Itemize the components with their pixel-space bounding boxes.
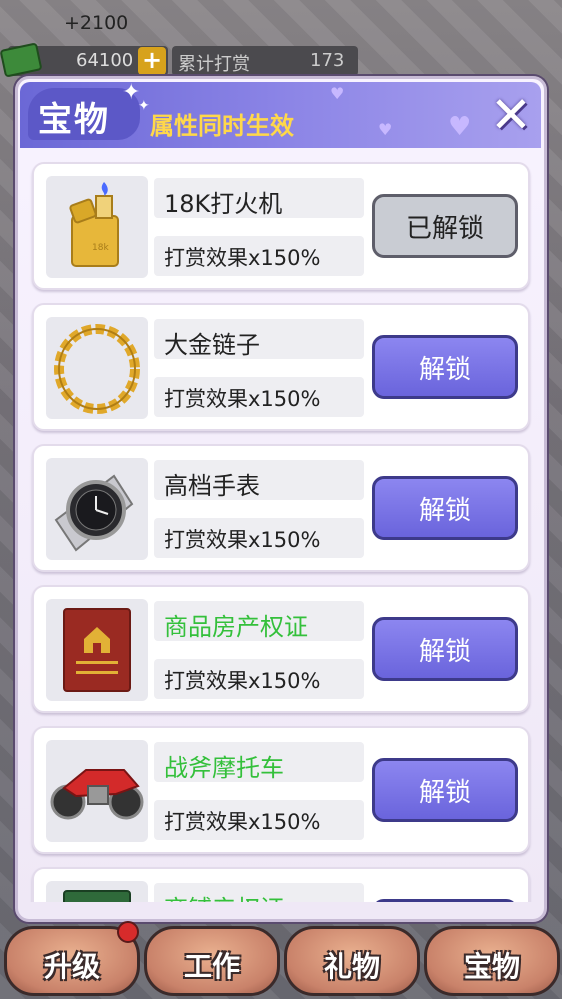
reward-label: 累计打赏 xyxy=(178,54,250,75)
unlock-button[interactable] xyxy=(372,899,518,902)
item-effect: 打赏效果x150% xyxy=(164,246,321,270)
list-item: 商铺产权证 xyxy=(32,867,530,902)
heart-icon: ♥ xyxy=(378,120,393,139)
item-name: 战斧摩托车 xyxy=(164,754,284,782)
shop-certificate-icon xyxy=(46,881,148,902)
add-money-button[interactable]: + xyxy=(138,47,166,75)
notification-dot xyxy=(117,921,139,943)
heart-icon: ♥ xyxy=(448,112,472,142)
motorcycle-icon xyxy=(46,740,148,842)
unlocked-button[interactable]: 已解锁 xyxy=(372,194,518,258)
nav-treasure-button[interactable]: 宝物 xyxy=(424,926,560,996)
unlock-button[interactable]: 解锁 xyxy=(372,758,518,822)
list-item: 18k 18K打火机 打赏效果x150% 已解锁 xyxy=(32,162,530,290)
item-effect: 打赏效果x150% xyxy=(164,528,321,552)
property-certificate-icon xyxy=(46,599,148,701)
unlock-button[interactable]: 解锁 xyxy=(372,476,518,540)
item-effect: 打赏效果x150% xyxy=(164,387,321,411)
panel-subtitle: 属性同时生效 xyxy=(150,112,294,140)
item-effect: 打赏效果x150% xyxy=(164,669,321,693)
money-value: 64100 xyxy=(76,50,134,71)
list-item: 高档手表 打赏效果x150% 解锁 xyxy=(32,444,530,572)
item-name: 18K打火机 xyxy=(164,190,283,218)
unlock-button[interactable]: 解锁 xyxy=(372,335,518,399)
unlock-button[interactable]: 解锁 xyxy=(372,617,518,681)
watch-icon xyxy=(46,458,148,560)
list-item: 大金链子 打赏效果x150% 解锁 xyxy=(32,303,530,431)
sparkle-icon: ✦ xyxy=(138,98,150,114)
lighter-icon: 18k xyxy=(46,176,148,278)
item-name: 大金链子 xyxy=(164,331,260,359)
treasure-list[interactable]: 18k 18K打火机 打赏效果x150% 已解锁 大金链子 打赏效果x150% … xyxy=(24,150,538,902)
heart-icon: ♥ xyxy=(330,84,345,103)
list-item: 商品房产权证 打赏效果x150% 解锁 xyxy=(32,585,530,713)
gain-indicator: +2100 xyxy=(64,12,129,34)
nav-gift-button[interactable]: 礼物 xyxy=(284,926,420,996)
nav-gift-label: 礼物 xyxy=(323,950,380,983)
nav-work-label: 工作 xyxy=(183,950,240,983)
panel-title: 宝物 xyxy=(38,100,110,140)
item-name: 高档手表 xyxy=(164,472,260,500)
item-effect: 打赏效果x150% xyxy=(164,810,321,834)
nav-work-button[interactable]: 工作 xyxy=(144,926,280,996)
nav-treasure-label: 宝物 xyxy=(463,950,520,983)
item-name: 商铺产权证 xyxy=(164,889,284,902)
nav-upgrade-label: 升级 xyxy=(43,950,100,983)
list-item: 战斧摩托车 打赏效果x150% 解锁 xyxy=(32,726,530,854)
close-button[interactable]: ✕ xyxy=(487,90,535,140)
item-name: 商品房产权证 xyxy=(164,613,308,641)
svg-text:18k: 18k xyxy=(92,243,109,253)
reward-value: 173 xyxy=(310,50,345,71)
gold-chain-icon xyxy=(46,317,148,419)
